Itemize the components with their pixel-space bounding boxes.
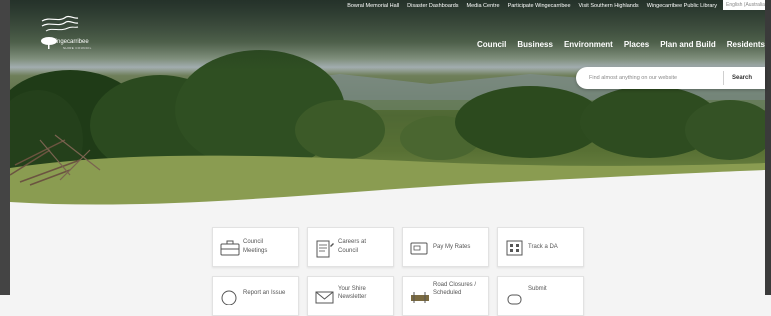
- tile-label-line1: Your Shire: [338, 286, 366, 292]
- utility-nav: Bowral Memorial Hall Disaster Dashboards…: [347, 2, 717, 10]
- tile-label-line2: Scheduled: [433, 290, 462, 296]
- info-icon: [221, 290, 237, 305]
- hero-shade: [10, 0, 765, 70]
- nav-item-plan-and-build[interactable]: Plan and Build: [660, 40, 716, 49]
- util-link-participate[interactable]: Participate Wingecarribee: [508, 2, 571, 10]
- nav-item-business[interactable]: Business: [517, 40, 553, 49]
- document-icon: [316, 240, 334, 258]
- briefcase-icon: [220, 240, 240, 256]
- building-icon: [506, 240, 523, 256]
- language-selector[interactable]: English (Australia): [723, 0, 765, 10]
- tile-label-line2: Meetings: [243, 248, 268, 254]
- search-input[interactable]: Find almost anything on our website: [589, 67, 677, 89]
- search-divider: [723, 71, 724, 85]
- nav-item-places[interactable]: Places: [624, 40, 649, 49]
- tile-label-line1: Pay My Rates: [433, 244, 471, 250]
- quick-link-road-closures[interactable]: Road Closures / Scheduled: [402, 276, 489, 316]
- quick-link-track-da[interactable]: Track a DA: [497, 227, 584, 267]
- tile-label-line1: Submit: [528, 286, 547, 292]
- window-frame-left: [0, 0, 10, 295]
- tile-label-line2: Council: [338, 248, 359, 254]
- envelope-icon: [315, 291, 334, 304]
- quick-link-pay-rates[interactable]: Pay My Rates: [402, 227, 489, 267]
- nav-item-residents[interactable]: Residents: [727, 40, 765, 49]
- tile-label-line1: Track a DA: [528, 244, 558, 250]
- tile-label-line1: Road Closures /: [433, 282, 477, 288]
- quick-link-council-meetings[interactable]: Council Meetings: [212, 227, 299, 267]
- util-link-bowral-memorial-hall[interactable]: Bowral Memorial Hall: [347, 2, 399, 10]
- quick-link-submit[interactable]: Submit: [497, 276, 584, 316]
- site-search: Find almost anything on our website Sear…: [576, 67, 765, 89]
- tile-label-line1: Council: [243, 239, 264, 245]
- main-nav: Council Business Environment Places Plan…: [477, 40, 765, 49]
- util-link-disaster-dashboards[interactable]: Disaster Dashboards: [407, 2, 458, 10]
- tile-label-line1: Report an Issue: [243, 290, 286, 296]
- quick-link-careers[interactable]: Careers at Council: [307, 227, 394, 267]
- payment-icon: [410, 242, 428, 255]
- util-link-visit-southern-highlands[interactable]: Visit Southern Highlands: [579, 2, 639, 10]
- tile-label-line2: Newsletter: [338, 294, 367, 300]
- logo-subtitle: SHIRE COUNCIL: [63, 46, 92, 50]
- road-icon: [411, 292, 429, 303]
- logo-name: Wingecarribee: [50, 39, 89, 45]
- quick-link-report-issue[interactable]: Report an Issue: [212, 276, 299, 316]
- form-icon: [507, 294, 522, 305]
- window-frame-right: [765, 0, 771, 295]
- quick-link-newsletter[interactable]: Your Shire Newsletter: [307, 276, 394, 316]
- util-link-public-library[interactable]: Wingecarribee Public Library: [647, 2, 717, 10]
- search-button[interactable]: Search: [732, 67, 752, 89]
- tile-label-line1: Careers at: [338, 239, 367, 245]
- util-link-media-centre[interactable]: Media Centre: [467, 2, 500, 10]
- nav-item-council[interactable]: Council: [477, 40, 506, 49]
- hero-wave-divider: [10, 170, 765, 220]
- nav-item-environment[interactable]: Environment: [564, 40, 613, 49]
